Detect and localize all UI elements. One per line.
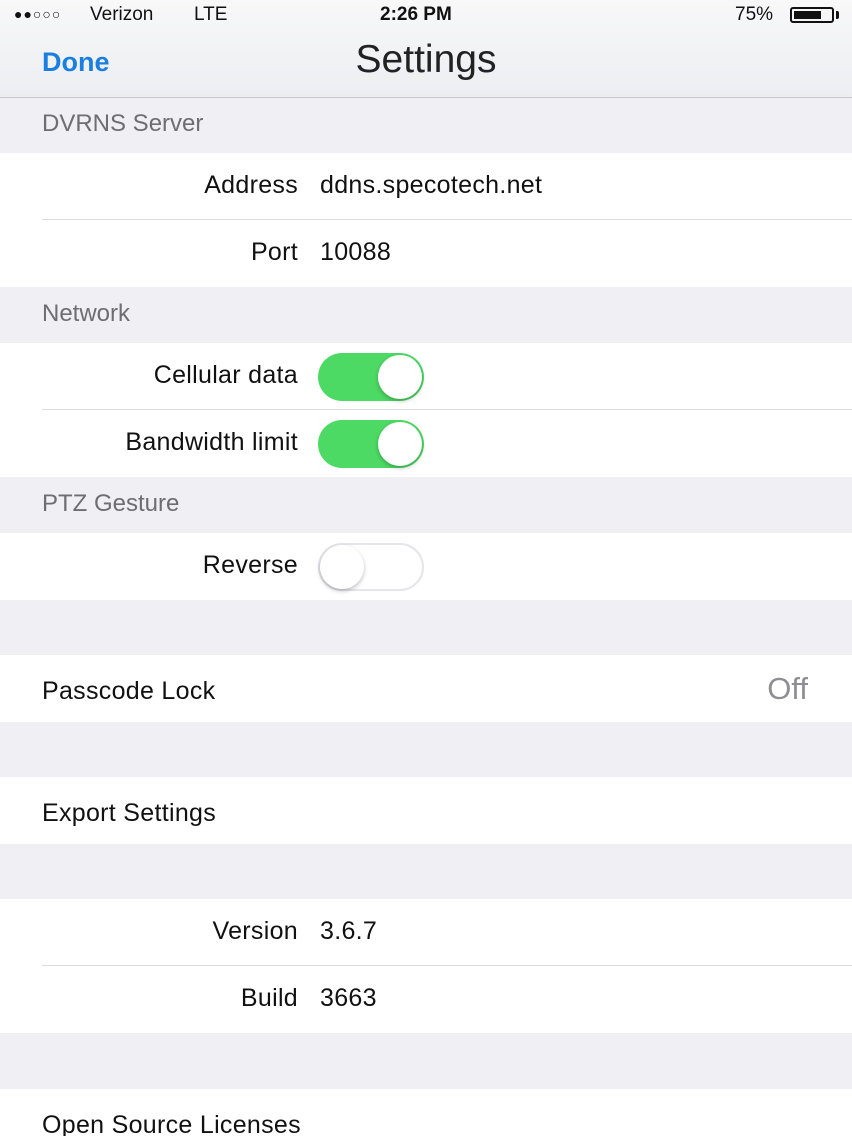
version-value: 3.6.7 <box>320 917 378 945</box>
open-source-licenses-label: Open Source Licenses <box>42 1111 301 1136</box>
reverse-row: Reverse <box>0 533 852 600</box>
section-header-label: PTZ Gesture <box>42 490 180 517</box>
bandwidth-limit-label: Bandwidth limit <box>125 428 298 456</box>
port-row[interactable]: Port 10088 <box>0 220 852 287</box>
toggle-knob <box>378 355 422 399</box>
cellular-data-toggle[interactable] <box>318 353 424 401</box>
toggle-knob <box>320 545 364 589</box>
section-spacer <box>0 722 852 777</box>
passcode-lock-value: Off <box>767 671 808 706</box>
page-title: Settings <box>355 38 497 81</box>
network-type: LTE <box>194 4 228 25</box>
section-header-label: Network <box>42 300 131 327</box>
address-row[interactable]: Address ddns.specotech.net <box>0 153 852 220</box>
address-label: Address <box>204 171 298 199</box>
status-bar: ●●○○○ Verizon LTE 2:26 PM 75% <box>0 0 852 32</box>
section-spacer <box>0 1034 852 1089</box>
battery-icon <box>790 7 834 23</box>
section-header-ptz: PTZ Gesture <box>0 478 852 533</box>
reverse-toggle[interactable] <box>318 543 424 591</box>
section-spacer <box>0 600 852 655</box>
address-field[interactable]: ddns.specotech.net <box>320 171 542 200</box>
export-settings-label: Export Settings <box>42 799 217 827</box>
battery-percentage: 75% <box>735 4 774 25</box>
section-spacer <box>0 844 852 899</box>
build-value: 3663 <box>320 984 377 1012</box>
signal-strength-icon: ●●○○○ <box>14 6 62 22</box>
version-row: Version 3.6.7 <box>0 899 852 966</box>
passcode-lock-label: Passcode Lock <box>42 677 216 705</box>
toggle-knob <box>378 422 422 466</box>
battery-level-fill <box>794 11 821 19</box>
battery-tip <box>836 11 839 19</box>
carrier-name: Verizon <box>90 4 154 25</box>
build-label: Build <box>240 984 298 1012</box>
section-header-network: Network <box>0 288 852 343</box>
port-field[interactable]: 10088 <box>320 238 391 267</box>
status-time: 2:26 PM <box>380 4 452 25</box>
section-header-label: DVRNS Server <box>42 110 204 137</box>
section-header-dvrns: DVRNS Server <box>0 98 852 153</box>
bandwidth-limit-toggle[interactable] <box>318 420 424 468</box>
port-label: Port <box>250 238 298 266</box>
cellular-data-row: Cellular data <box>0 343 852 410</box>
version-label: Version <box>212 917 298 945</box>
passcode-lock-row[interactable]: Passcode Lock Off <box>0 655 852 722</box>
bandwidth-limit-row: Bandwidth limit <box>0 410 852 477</box>
build-row: Build 3663 <box>0 966 852 1033</box>
top-bar: ●●○○○ Verizon LTE 2:26 PM 75% Done Setti… <box>0 0 852 98</box>
reverse-label: Reverse <box>202 551 298 579</box>
export-settings-row[interactable]: Export Settings <box>0 777 852 844</box>
settings-screen: ●●○○○ Verizon LTE 2:26 PM 75% Done Setti… <box>0 0 852 1136</box>
open-source-licenses-row[interactable]: Open Source Licenses <box>0 1089 852 1136</box>
cellular-data-label: Cellular data <box>153 361 298 389</box>
